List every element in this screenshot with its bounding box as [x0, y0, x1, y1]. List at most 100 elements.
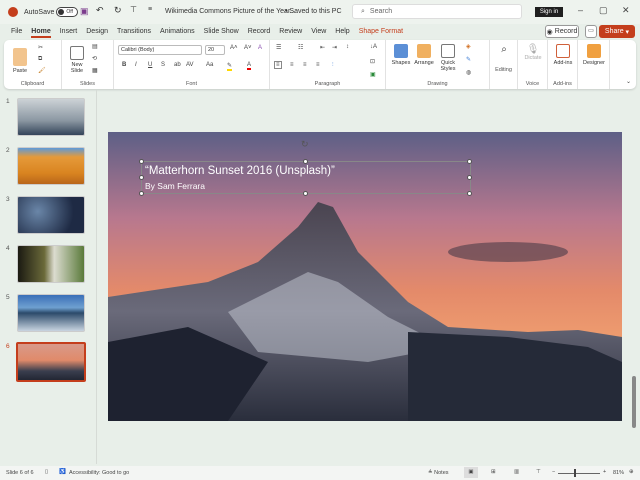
undo-icon[interactable]: ↶ [96, 5, 104, 16]
numbering-icon[interactable]: ☷ [298, 44, 303, 51]
paste-button[interactable]: Paste [10, 48, 30, 74]
change-case-button[interactable]: Aa [206, 62, 213, 68]
add-ins-button[interactable]: Add-ins [551, 44, 575, 66]
slide-title[interactable]: “Matterhorn Sunset 2016 (Unsplash)” [145, 165, 335, 177]
font-name-dropdown[interactable]: Calibri (Body) [118, 45, 202, 55]
accessibility-icon[interactable]: ♿ [59, 469, 66, 475]
tab-help[interactable]: Help [335, 28, 349, 35]
layout-icon[interactable]: ▤ [92, 43, 98, 50]
tab-home[interactable]: Home [31, 28, 52, 38]
fit-to-window-icon[interactable]: ⊕ [629, 469, 634, 475]
notes-button[interactable]: ≜ Notes [428, 470, 449, 476]
restore-icon[interactable]: ▢ [599, 5, 608, 16]
tab-shape-format[interactable]: Shape Format [359, 28, 403, 35]
tab-record[interactable]: Record [248, 28, 271, 35]
shape-effects-icon[interactable]: ◍ [466, 69, 471, 76]
font-color-icon[interactable]: A [247, 62, 252, 70]
tab-transitions[interactable]: Transitions [117, 28, 151, 35]
italic-button[interactable]: I [135, 62, 137, 68]
quick-styles-button[interactable]: Quick Styles [436, 44, 460, 72]
record-button[interactable]: ◉ Record [545, 25, 579, 38]
section-icon[interactable]: ▦ [92, 67, 98, 74]
columns-icon[interactable]: ⫶ [332, 62, 334, 69]
slide-sorter-icon[interactable]: ⊞ [491, 469, 496, 475]
resize-handle[interactable] [467, 175, 472, 180]
justify-icon[interactable]: ≡ [316, 62, 320, 68]
resize-handle[interactable] [303, 159, 308, 164]
increase-font-icon[interactable]: A˄ [230, 45, 238, 51]
decrease-indent-icon[interactable]: ⇤ [320, 44, 325, 51]
zoom-level[interactable]: 81% [613, 470, 624, 476]
tab-design[interactable]: Design [86, 28, 108, 35]
new-slide-button[interactable]: New Slide [66, 46, 88, 74]
normal-view-icon[interactable]: ▣ [464, 467, 478, 478]
resize-handle[interactable] [303, 191, 308, 196]
arrange-button[interactable]: Arrange [412, 44, 436, 66]
customize-toolbar-icon[interactable]: ≡ [148, 6, 152, 13]
accessibility-status[interactable]: Accessibility: Good to go [69, 470, 129, 476]
tab-slide-show[interactable]: Slide Show [204, 28, 239, 35]
underline-button[interactable]: U [148, 62, 152, 68]
align-text-icon[interactable]: ⊡ [370, 58, 375, 65]
spell-check-icon[interactable]: ▯ [45, 469, 48, 475]
clear-format-icon[interactable]: A [258, 45, 262, 51]
sign-in-button[interactable]: Sign in [535, 7, 563, 17]
save-status[interactable]: • Saved to this PC [285, 8, 342, 15]
align-center-icon[interactable]: ≡ [290, 62, 294, 68]
strikethrough-icon[interactable]: ab [174, 62, 181, 68]
tab-insert[interactable]: Insert [60, 28, 78, 35]
resize-handle[interactable] [139, 191, 144, 196]
rotate-handle-icon[interactable]: ↻ [301, 139, 309, 150]
decrease-font-icon[interactable]: A˅ [244, 45, 252, 51]
slide-thumbnail-1[interactable] [17, 98, 85, 136]
tab-animations[interactable]: Animations [160, 28, 195, 35]
reset-icon[interactable]: ⟲ [92, 55, 97, 62]
align-left-icon[interactable]: ≡ [274, 61, 282, 69]
editing-button[interactable]: ⌕ [492, 44, 516, 55]
slide-thumbnail-6[interactable] [16, 342, 86, 382]
zoom-in-button[interactable]: + [603, 469, 606, 475]
minimize-icon[interactable]: – [578, 5, 583, 15]
increase-indent-icon[interactable]: ⇥ [332, 44, 337, 51]
bullets-icon[interactable]: ☰ [276, 44, 281, 51]
resize-handle[interactable] [467, 159, 472, 164]
copy-icon[interactable]: ⧉ [38, 56, 42, 63]
redo-icon[interactable]: ↻ [114, 5, 122, 16]
resize-handle[interactable] [139, 175, 144, 180]
slide-thumbnail-4[interactable] [17, 245, 85, 283]
tab-review[interactable]: Review [279, 28, 302, 35]
designer-button[interactable]: Designer [581, 44, 607, 66]
shapes-button[interactable]: Shapes [390, 44, 412, 66]
reading-view-icon[interactable]: ▥ [514, 469, 519, 475]
resize-handle[interactable] [467, 191, 472, 196]
zoom-slider-thumb[interactable] [573, 469, 576, 477]
char-spacing-icon[interactable]: AV [186, 62, 194, 68]
slide-thumbnail-2[interactable] [17, 147, 85, 185]
shape-fill-icon[interactable]: ◈ [466, 43, 471, 50]
close-icon[interactable]: ✕ [622, 5, 630, 16]
cut-icon[interactable]: ✂ [38, 44, 43, 51]
tab-file[interactable]: File [11, 28, 22, 35]
shape-outline-icon[interactable]: ✎ [466, 56, 471, 63]
slide-subtitle[interactable]: By Sam Ferrara [145, 181, 205, 191]
align-right-icon[interactable]: ≡ [303, 62, 307, 68]
highlight-icon[interactable]: ✎ [227, 62, 233, 71]
format-painter-icon[interactable]: 🖌 [38, 67, 46, 74]
font-size-dropdown[interactable]: 20 [205, 45, 225, 55]
resize-handle[interactable] [139, 159, 144, 164]
present-icon[interactable]: ⊤ [130, 5, 137, 14]
bold-button[interactable]: B [122, 62, 126, 68]
line-spacing-icon[interactable]: ↕ [346, 44, 349, 50]
comments-button[interactable]: ▭ [585, 25, 597, 38]
save-icon[interactable]: ▣ [80, 6, 89, 17]
zoom-slider[interactable] [558, 473, 600, 474]
text-direction-icon[interactable]: ↓A [370, 44, 377, 50]
share-button[interactable]: Share ▾ [599, 25, 635, 38]
vertical-scrollbar[interactable] [632, 376, 636, 428]
autosave[interactable]: AutoSave Off [24, 7, 79, 17]
tab-view[interactable]: View [311, 28, 326, 35]
shadow-button[interactable]: S [161, 62, 165, 68]
zoom-out-button[interactable]: − [552, 469, 555, 475]
search-input[interactable]: ⌕ Search [352, 4, 522, 19]
autosave-toggle[interactable]: Off [56, 7, 79, 17]
